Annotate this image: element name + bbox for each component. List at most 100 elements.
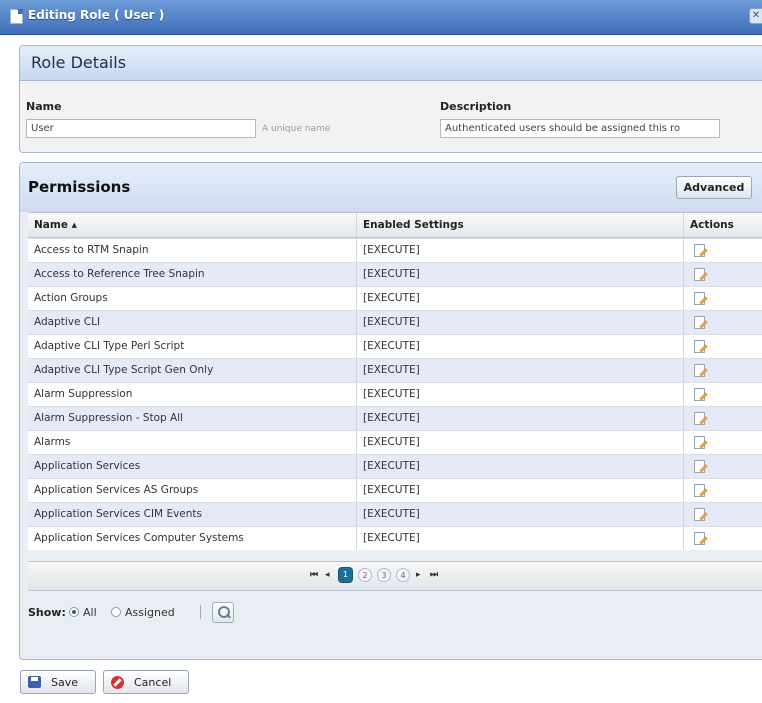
enabled-settings-cell: [EXECUTE] bbox=[357, 455, 684, 478]
table-row[interactable]: Alarm Suppression [EXECUTE] bbox=[28, 382, 762, 406]
window-titlebar: Editing Role ( User ) ✕ bbox=[0, 0, 762, 35]
show-all-radio[interactable] bbox=[69, 607, 79, 617]
table-row[interactable]: Application Services Computer Systems [EX… bbox=[28, 526, 762, 550]
permission-name-cell: Access to RTM Snapin bbox=[28, 239, 357, 262]
table-row[interactable]: Adaptive CLI [EXECUTE] bbox=[28, 310, 762, 334]
table-body: Access to RTM Snapin [EXECUTE] Access to R… bbox=[28, 238, 762, 550]
edit-icon[interactable] bbox=[694, 532, 705, 545]
enabled-settings-cell: [EXECUTE] bbox=[357, 383, 684, 406]
table-row[interactable]: Action Groups [EXECUTE] bbox=[28, 286, 762, 310]
permission-name-cell: Application Services bbox=[28, 455, 357, 478]
enabled-settings-cell: [EXECUTE] bbox=[357, 239, 684, 262]
enabled-settings-cell: [EXECUTE] bbox=[357, 335, 684, 358]
enabled-settings-cell: [EXECUTE] bbox=[357, 479, 684, 502]
show-all-label[interactable]: All bbox=[83, 606, 97, 619]
save-button[interactable]: Save bbox=[20, 670, 96, 694]
last-page-icon[interactable]: ⏭ bbox=[430, 570, 438, 580]
table-row[interactable]: Application Services CIM Events [EXECUTE] bbox=[28, 502, 762, 526]
document-icon bbox=[10, 9, 23, 24]
enabled-settings-cell: [EXECUTE] bbox=[357, 527, 684, 550]
enabled-settings-cell: [EXECUTE] bbox=[357, 503, 684, 526]
permissions-panel: Permissions Advanced Name ▴ Enabled Sett… bbox=[19, 162, 762, 660]
edit-icon[interactable] bbox=[694, 412, 705, 425]
edit-icon[interactable] bbox=[694, 484, 705, 497]
enabled-settings-cell: [EXECUTE] bbox=[357, 263, 684, 286]
table-row[interactable]: Access to RTM Snapin [EXECUTE] bbox=[28, 238, 762, 262]
column-header-enabled-settings[interactable]: Enabled Settings bbox=[357, 213, 684, 237]
permission-name-cell: Adaptive CLI Type Script Gen Only bbox=[28, 359, 357, 382]
advanced-button[interactable]: Advanced bbox=[676, 176, 752, 199]
actions-cell bbox=[684, 335, 762, 358]
table-row[interactable]: Access to Reference Tree Snapin [EXECUTE] bbox=[28, 262, 762, 286]
page-1-button[interactable]: 1 bbox=[338, 567, 353, 583]
next-page-icon[interactable]: ▸ bbox=[416, 570, 421, 580]
actions-cell bbox=[684, 431, 762, 454]
permissions-header: Permissions Advanced bbox=[20, 163, 762, 212]
table-row[interactable]: Alarm Suppression - Stop All [EXECUTE] bbox=[28, 406, 762, 430]
enabled-settings-cell: [EXECUTE] bbox=[357, 311, 684, 334]
edit-icon[interactable] bbox=[694, 460, 705, 473]
permissions-table: Name ▴ Enabled Settings Actions Access t… bbox=[28, 212, 762, 550]
actions-cell bbox=[684, 239, 762, 262]
edit-icon[interactable] bbox=[694, 364, 705, 377]
prev-page-icon[interactable]: ◂ bbox=[325, 570, 330, 580]
table-header: Name ▴ Enabled Settings Actions bbox=[28, 212, 762, 238]
enabled-settings-cell: [EXECUTE] bbox=[357, 407, 684, 430]
edit-icon[interactable] bbox=[694, 388, 705, 401]
table-row[interactable]: Adaptive CLI Type Script Gen Only [EXECUT… bbox=[28, 358, 762, 382]
actions-cell bbox=[684, 479, 762, 502]
divider bbox=[200, 605, 201, 619]
permission-name-cell: Application Services CIM Events bbox=[28, 503, 357, 526]
edit-icon[interactable] bbox=[694, 316, 705, 329]
show-label: Show: bbox=[28, 606, 66, 619]
actions-cell bbox=[684, 383, 762, 406]
table-row[interactable]: Application Services [EXECUTE] bbox=[28, 454, 762, 478]
show-assigned-radio[interactable] bbox=[111, 607, 121, 617]
page-4-button[interactable]: 4 bbox=[396, 568, 410, 582]
close-icon[interactable]: ✕ bbox=[749, 8, 762, 24]
actions-cell bbox=[684, 359, 762, 382]
permission-name-cell: Application Services AS Groups bbox=[28, 479, 357, 502]
role-details-panel: Role Details Name User A unique name Des… bbox=[19, 45, 762, 153]
table-row[interactable]: Alarms [EXECUTE] bbox=[28, 430, 762, 454]
edit-icon[interactable] bbox=[694, 244, 705, 257]
search-button[interactable] bbox=[212, 602, 234, 623]
enabled-settings-cell: [EXECUTE] bbox=[357, 287, 684, 310]
edit-icon[interactable] bbox=[694, 340, 705, 353]
name-label: Name bbox=[26, 100, 62, 113]
edit-icon[interactable] bbox=[694, 508, 705, 521]
enabled-settings-cell: [EXECUTE] bbox=[357, 359, 684, 382]
table-row[interactable]: Adaptive CLI Type Perl Script [EXECUTE] bbox=[28, 334, 762, 358]
cancel-icon bbox=[111, 676, 124, 689]
edit-icon[interactable] bbox=[694, 268, 705, 281]
permission-name-cell: Alarm Suppression - Stop All bbox=[28, 407, 357, 430]
column-header-name[interactable]: Name ▴ bbox=[28, 213, 357, 237]
show-assigned-label[interactable]: Assigned bbox=[125, 606, 175, 619]
page-3-button[interactable]: 3 bbox=[377, 568, 391, 582]
permissions-heading: Permissions bbox=[28, 178, 131, 196]
column-header-actions[interactable]: Actions bbox=[684, 213, 762, 237]
cancel-label: Cancel bbox=[134, 676, 172, 689]
description-field[interactable]: Authenticated users should be assigned t… bbox=[440, 119, 720, 138]
cancel-button[interactable]: Cancel bbox=[103, 670, 189, 694]
page-2-button[interactable]: 2 bbox=[358, 568, 372, 582]
permission-name-cell: Alarms bbox=[28, 431, 357, 454]
permission-name-cell: Application Services Computer Systems bbox=[28, 527, 357, 550]
edit-icon[interactable] bbox=[694, 292, 705, 305]
actions-cell bbox=[684, 311, 762, 334]
name-field[interactable]: User bbox=[26, 119, 256, 138]
edit-icon[interactable] bbox=[694, 436, 705, 449]
actions-cell bbox=[684, 263, 762, 286]
role-details-header: Role Details bbox=[20, 46, 762, 81]
role-details-heading: Role Details bbox=[31, 53, 127, 72]
permission-name-cell: Alarm Suppression bbox=[28, 383, 357, 406]
save-icon bbox=[28, 676, 41, 688]
actions-cell bbox=[684, 455, 762, 478]
first-page-icon[interactable]: ⏮ bbox=[310, 570, 318, 580]
permission-name-cell: Action Groups bbox=[28, 287, 357, 310]
save-label: Save bbox=[51, 676, 79, 689]
enabled-settings-cell: [EXECUTE] bbox=[357, 431, 684, 454]
actions-cell bbox=[684, 287, 762, 310]
actions-cell bbox=[684, 407, 762, 430]
table-row[interactable]: Application Services AS Groups [EXECUTE] bbox=[28, 478, 762, 502]
